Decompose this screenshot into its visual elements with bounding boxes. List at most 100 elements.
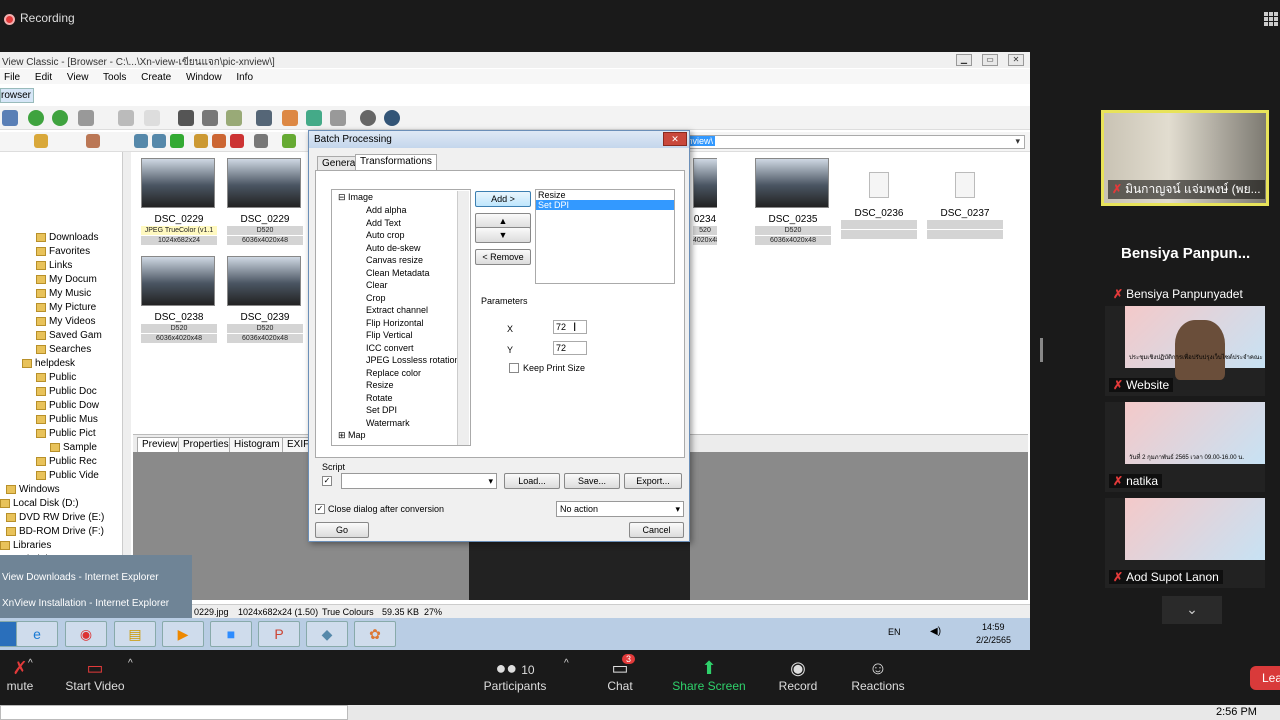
- tree-item[interactable]: My Videos: [36, 316, 96, 330]
- transform-item[interactable]: Auto crop: [366, 230, 405, 242]
- transform-item[interactable]: Flip Horizontal: [366, 318, 424, 330]
- participant-tile[interactable]: Bensiya Panpun... ✗ Bensiya Panpunyadet: [1105, 215, 1265, 305]
- chevron-down-icon[interactable]: ▾: [1013, 136, 1022, 147]
- thumbnail[interactable]: DSC_0236: [841, 158, 917, 239]
- transform-item[interactable]: Rotate: [366, 393, 393, 405]
- tree-item[interactable]: My Docum: [36, 274, 97, 288]
- folder-icon[interactable]: [86, 134, 100, 148]
- thumbnail[interactable]: DSC_0237: [927, 158, 1003, 239]
- tab-preview[interactable]: Preview: [137, 437, 183, 453]
- tree-item[interactable]: Sample: [50, 442, 97, 456]
- address-bar[interactable]: xnview\ ▾: [680, 135, 1025, 149]
- filter-icon[interactable]: [282, 134, 296, 148]
- maximize-button[interactable]: ▭: [982, 54, 998, 66]
- tree-item[interactable]: Windows: [6, 484, 60, 498]
- convert-icon[interactable]: [306, 110, 322, 126]
- transform-item[interactable]: Replace color: [366, 368, 421, 380]
- thumbnail[interactable]: DSC_0239 D520 6036x4020x48: [227, 256, 303, 343]
- after-action-select[interactable]: No action ▾: [556, 501, 684, 517]
- volume-icon[interactable]: ◀): [930, 626, 941, 637]
- chrome-icon[interactable]: ◉: [65, 621, 107, 647]
- tree-item[interactable]: Searches: [36, 344, 91, 358]
- powerpoint-icon[interactable]: P: [258, 621, 300, 647]
- app-icon[interactable]: ◆: [306, 621, 348, 647]
- xnview-icon[interactable]: ✿: [354, 621, 396, 647]
- tree-item[interactable]: Public Doc: [36, 386, 97, 400]
- browser-icon[interactable]: [2, 110, 18, 126]
- dialog-close-icon[interactable]: ✕: [663, 132, 687, 146]
- rename-icon[interactable]: [212, 134, 226, 148]
- transform-item[interactable]: Flip Vertical: [366, 330, 413, 342]
- tab-transformations[interactable]: Transformations: [355, 154, 437, 171]
- remove-button[interactable]: < Remove: [475, 249, 531, 265]
- gear-icon[interactable]: [360, 110, 376, 126]
- delete-icon[interactable]: [230, 134, 244, 148]
- capture-icon[interactable]: [282, 110, 298, 126]
- batch-icon[interactable]: [330, 110, 346, 126]
- scroll-down-chevron-icon[interactable]: ⌄: [1162, 596, 1222, 624]
- menu-create[interactable]: Create: [141, 72, 171, 83]
- find-icon[interactable]: [178, 110, 194, 126]
- menu-window[interactable]: Window: [186, 72, 222, 83]
- refresh-all-icon[interactable]: [52, 110, 68, 126]
- camera-icon[interactable]: [78, 110, 94, 126]
- participant-tile[interactable]: ✗ Aod Supot Lanon: [1105, 498, 1265, 588]
- view-mode-icon[interactable]: [254, 134, 268, 148]
- transform-item[interactable]: JPEG Lossless rotation: [366, 355, 460, 367]
- tree-item[interactable]: Libraries: [0, 540, 51, 554]
- tree-item[interactable]: Public Pict: [36, 428, 96, 442]
- chat-button[interactable]: ▭ 3 Chat: [600, 654, 640, 693]
- transform-tree-scrollbar[interactable]: [457, 191, 469, 445]
- print-icon[interactable]: [202, 110, 218, 126]
- thumbnail[interactable]: 02345204020x48: [693, 158, 717, 245]
- transform-item[interactable]: Watermark: [366, 418, 410, 430]
- tree-item[interactable]: Local Disk (D:): [0, 498, 79, 512]
- go-button[interactable]: Go: [315, 522, 369, 538]
- favorites-icon[interactable]: [34, 134, 48, 148]
- language-indicator[interactable]: EN: [888, 627, 901, 637]
- load-button[interactable]: Load...: [504, 473, 560, 489]
- media-player-icon[interactable]: ▶: [162, 621, 204, 647]
- save-button[interactable]: Save...: [564, 473, 620, 489]
- participant-tile[interactable]: ประชุมเชิงปฏิบัติการเพื่อปรับปรุงเว็บไซต…: [1105, 306, 1265, 396]
- tree-item[interactable]: Favorites: [36, 246, 90, 260]
- tree-map[interactable]: ⊞ Map: [338, 430, 366, 442]
- cancel-button[interactable]: Cancel: [629, 522, 684, 538]
- transform-item[interactable]: Set DPI: [366, 405, 397, 417]
- thumbnail[interactable]: DSC_0235 D520 6036x4020x48: [755, 158, 831, 245]
- tree-item[interactable]: Saved Gam: [36, 330, 102, 344]
- participant-tile-active[interactable]: ✗ มินกาญจน์ แจ่มพงษ์ (พย...: [1101, 110, 1269, 206]
- tree-item[interactable]: Public Mus: [36, 414, 98, 428]
- tree-item[interactable]: Links: [36, 260, 72, 274]
- tree-item[interactable]: Downloads: [36, 232, 98, 246]
- script-select[interactable]: ▾: [341, 473, 497, 489]
- tree-item[interactable]: helpdesk: [22, 358, 75, 372]
- share-screen-button[interactable]: ⬆ Share Screen: [672, 658, 746, 693]
- video-options-chevron-icon[interactable]: ^: [128, 658, 133, 669]
- ie-icon[interactable]: e: [16, 621, 58, 647]
- explorer-icon[interactable]: ▤: [114, 621, 156, 647]
- menu-file[interactable]: File: [4, 72, 20, 83]
- tree-item[interactable]: My Picture: [36, 302, 96, 316]
- open-icon[interactable]: [144, 110, 160, 126]
- transform-item[interactable]: Clear: [366, 280, 388, 292]
- tree-item[interactable]: Public Rec: [36, 456, 97, 470]
- tree-root-image[interactable]: ⊟ Image: [338, 192, 373, 204]
- tree-item[interactable]: DVD RW Drive (E:): [6, 512, 104, 526]
- slideshow-icon[interactable]: [226, 110, 242, 126]
- browser-tab[interactable]: rowser: [0, 88, 34, 103]
- up-icon[interactable]: [170, 134, 184, 148]
- action-item-selected[interactable]: Set DPI: [536, 200, 674, 210]
- refresh-icon[interactable]: [28, 110, 44, 126]
- leave-button[interactable]: Lea: [1250, 666, 1280, 690]
- tree-item[interactable]: My Music: [36, 288, 91, 302]
- close-after-checkbox[interactable]: ✓: [315, 504, 325, 514]
- ie-window-item[interactable]: View Downloads - Internet Explorer: [2, 572, 159, 583]
- action-item[interactable]: Resize: [536, 190, 674, 200]
- ie-window-item[interactable]: XnView Installation - Internet Explorer: [2, 598, 169, 609]
- tree-item[interactable]: BD-ROM Drive (F:): [6, 526, 104, 540]
- thumbnail[interactable]: DSC_0229 JPEG TrueColor (v1.1 1024x682x24: [141, 158, 217, 245]
- tab-histogram[interactable]: Histogram: [229, 437, 285, 453]
- transform-item[interactable]: Resize: [366, 380, 394, 392]
- tree-scrollbar[interactable]: [123, 152, 131, 604]
